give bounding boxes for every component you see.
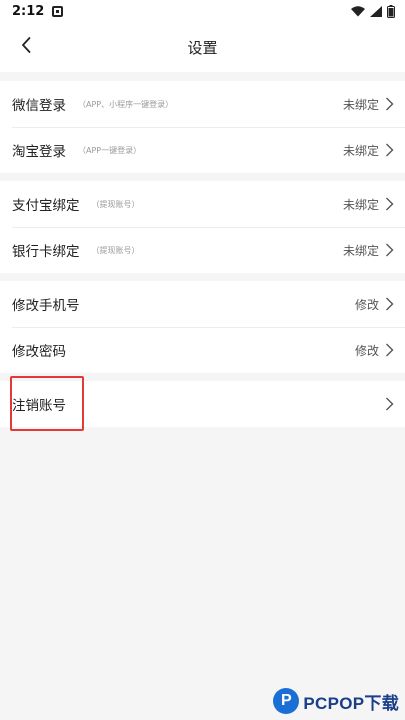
pcpop-logo-icon: P (273, 688, 300, 714)
back-button[interactable] (14, 35, 38, 59)
battery-icon (387, 4, 395, 18)
setting-value: 修改 (354, 343, 379, 358)
setting-value: 未绑定 (342, 243, 379, 258)
settings-group-login: 微信登录 （APP、小程序一键登录） 未绑定 淘宝登录 （APP一键登录） 未绑… (0, 81, 405, 173)
setting-row-cancel-account[interactable]: 注销账号 (0, 381, 405, 427)
wifi-icon (351, 5, 365, 17)
chevron-right-icon (385, 343, 395, 357)
setting-hint: （提现账号） (91, 199, 140, 209)
signal-icon (370, 5, 382, 17)
watermark: P PCPOP下载 (273, 688, 399, 714)
settings-group-withdraw: 支付宝绑定 （提现账号） 未绑定 银行卡绑定 （提现账号） 未绑定 (0, 181, 405, 273)
settings-group-account: 修改手机号 修改 修改密码 修改 (0, 281, 405, 373)
setting-label: 微信登录 (12, 98, 66, 114)
setting-value: 未绑定 (342, 197, 379, 212)
setting-row-alipay-bind[interactable]: 支付宝绑定 （提现账号） 未绑定 (0, 181, 405, 227)
chevron-right-icon (385, 143, 395, 157)
watermark-brand: PCPOP下载 (303, 693, 399, 713)
setting-label: 修改手机号 (12, 298, 80, 314)
setting-value: 未绑定 (342, 143, 379, 158)
settings-group-cancel: 注销账号 (0, 381, 405, 427)
status-bar: 2:12 (0, 0, 405, 22)
status-time: 2:12 (12, 3, 45, 19)
notification-icon (52, 5, 64, 17)
setting-row-change-password[interactable]: 修改密码 修改 (0, 327, 405, 373)
chevron-right-icon (385, 97, 395, 111)
chevron-right-icon (385, 397, 395, 411)
setting-label: 修改密码 (12, 344, 66, 360)
setting-row-wechat-login[interactable]: 微信登录 （APP、小程序一键登录） 未绑定 (0, 81, 405, 127)
setting-row-taobao-login[interactable]: 淘宝登录 （APP一键登录） 未绑定 (0, 127, 405, 173)
setting-label: 支付宝绑定 (12, 198, 80, 214)
chevron-left-icon (21, 37, 31, 57)
setting-row-bankcard-bind[interactable]: 银行卡绑定 （提现账号） 未绑定 (0, 227, 405, 273)
setting-label: 注销账号 (12, 398, 66, 414)
chevron-right-icon (385, 243, 395, 257)
setting-label: 银行卡绑定 (12, 244, 80, 260)
chevron-right-icon (385, 297, 395, 311)
setting-hint: （提现账号） (91, 245, 140, 255)
setting-value: 未绑定 (342, 97, 379, 112)
setting-label: 淘宝登录 (12, 144, 66, 160)
page-title: 设置 (187, 38, 218, 57)
setting-hint: （APP、小程序一键登录） (78, 99, 174, 109)
chevron-right-icon (385, 197, 395, 211)
setting-value: 修改 (354, 297, 379, 312)
nav-bar: 设置 (0, 22, 405, 72)
setting-row-change-phone[interactable]: 修改手机号 修改 (0, 281, 405, 327)
setting-hint: （APP一键登录） (78, 145, 142, 155)
